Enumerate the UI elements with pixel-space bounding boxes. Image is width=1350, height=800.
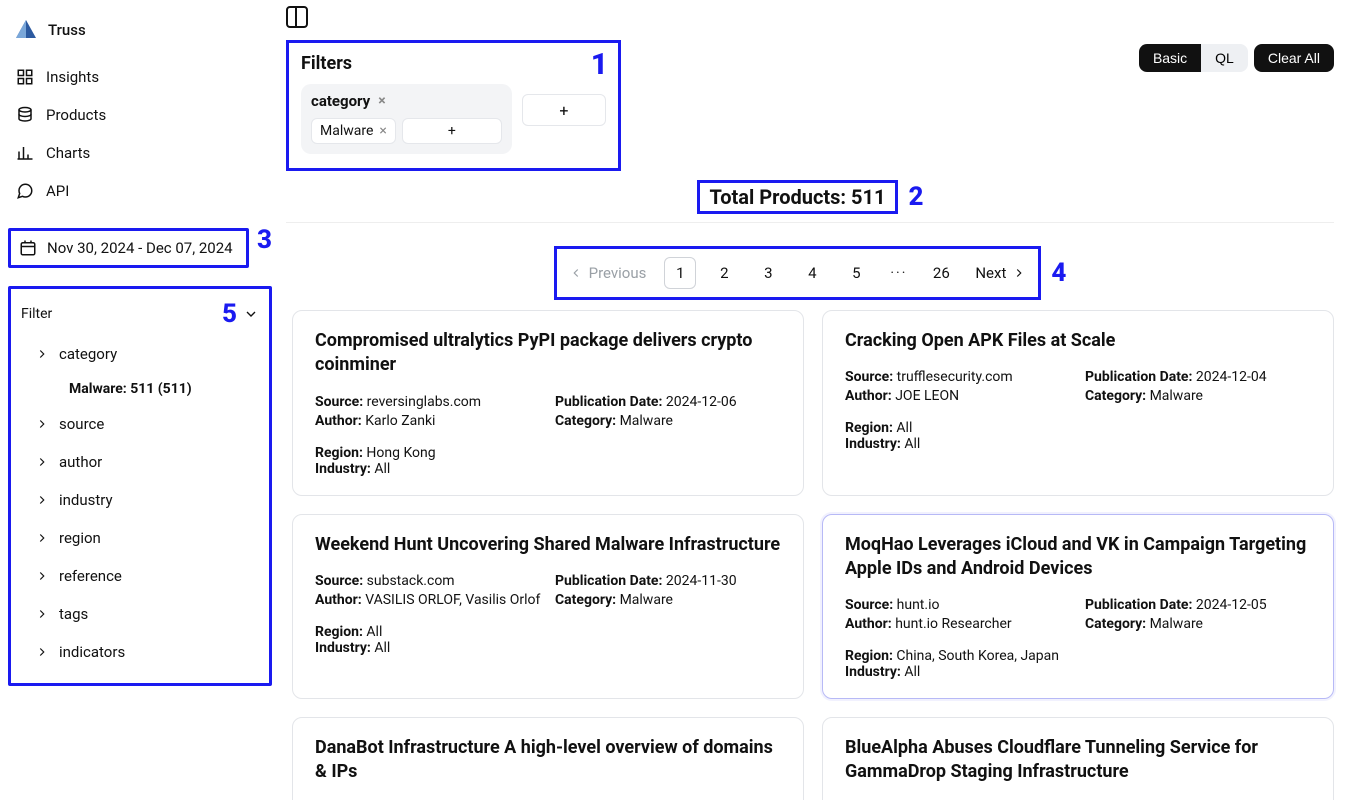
card-title: DanaBot Infrastructure A high-level over…	[315, 736, 781, 785]
page-4[interactable]: 4	[796, 257, 828, 289]
brand-logo-icon	[14, 18, 38, 42]
card-title: Cracking Open APK Files at Scale	[845, 329, 1311, 353]
callout-1: 1	[591, 47, 608, 82]
chevron-right-icon	[35, 455, 49, 469]
main-content: Filters 1 category × Malware × +	[280, 0, 1350, 800]
chevron-right-icon	[35, 569, 49, 583]
card-title: Compromised ultralytics PyPI package del…	[315, 329, 781, 378]
chevron-right-icon	[35, 347, 49, 361]
filter-panel-title: Filter	[21, 306, 52, 322]
product-card[interactable]: Weekend Hunt Uncovering Shared Malware I…	[292, 514, 804, 700]
page-3[interactable]: 3	[752, 257, 784, 289]
bar-chart-icon	[16, 144, 34, 162]
filter-tree-category[interactable]: category	[21, 335, 259, 373]
close-icon[interactable]: ×	[379, 123, 386, 139]
message-circle-icon	[16, 182, 34, 200]
filters-box: Filters 1 category × Malware × +	[286, 40, 621, 171]
filter-tree-author[interactable]: author	[21, 443, 259, 481]
filter-tree-region[interactable]: region	[21, 519, 259, 557]
filter-tree-indicators[interactable]: indicators	[21, 633, 259, 671]
page-last[interactable]: 26	[925, 257, 957, 289]
add-tag-button[interactable]: +	[402, 118, 502, 144]
nav-charts[interactable]: Charts	[8, 136, 272, 170]
filter-panel: Filter 5 categoryMalware: 511 (511)sourc…	[8, 286, 272, 686]
pagination: Previous 12345 ··· 26 Next	[554, 246, 1042, 300]
filter-tree-tags[interactable]: tags	[21, 595, 259, 633]
callout-4: 4	[1051, 258, 1066, 288]
chevron-right-icon	[35, 493, 49, 507]
filters-title: Filters	[301, 53, 606, 74]
callout-3: 3	[257, 225, 272, 255]
mode-basic[interactable]: Basic	[1139, 44, 1201, 72]
brand: Truss	[8, 12, 272, 56]
chevron-down-icon[interactable]	[243, 306, 259, 322]
nav-label: Insights	[46, 68, 99, 86]
filter-tree-leaf-malware[interactable]: Malware: 511 (511)	[21, 373, 259, 405]
callout-2: 2	[908, 182, 923, 212]
nav-label: Charts	[46, 144, 90, 162]
date-range-text: Nov 30, 2024 - Dec 07, 2024	[47, 239, 233, 257]
pager-ellipsis: ···	[890, 265, 907, 281]
nav-products[interactable]: Products	[8, 98, 272, 132]
add-filter-button[interactable]: +	[522, 94, 606, 126]
total-products: Total Products: 511	[697, 180, 899, 214]
filter-chip-name: category	[311, 92, 370, 110]
calendar-icon	[19, 239, 37, 257]
product-card[interactable]: BlueAlpha Abuses Cloudflare Tunneling Se…	[822, 717, 1334, 800]
panel-toggle-icon[interactable]	[286, 6, 308, 28]
brand-name: Truss	[48, 21, 86, 39]
chevron-right-icon	[35, 531, 49, 545]
nav-insights[interactable]: Insights	[8, 60, 272, 94]
filter-tree-source[interactable]: source	[21, 405, 259, 443]
chevron-right-icon	[35, 645, 49, 659]
product-card[interactable]: Cracking Open APK Files at ScaleSource: …	[822, 310, 1334, 496]
clear-all-button[interactable]: Clear All	[1254, 44, 1334, 72]
view-mode-segment: Basic QL	[1139, 44, 1248, 72]
page-2[interactable]: 2	[708, 257, 740, 289]
prev-button[interactable]: Previous	[569, 264, 647, 282]
filter-tree-reference[interactable]: reference	[21, 557, 259, 595]
date-range-picker[interactable]: Nov 30, 2024 - Dec 07, 2024	[8, 228, 249, 268]
filter-tree-industry[interactable]: industry	[21, 481, 259, 519]
close-icon[interactable]: ×	[378, 93, 385, 109]
card-title: BlueAlpha Abuses Cloudflare Tunneling Se…	[845, 736, 1311, 785]
database-icon	[16, 106, 34, 124]
sidebar: Truss Insights Products Charts API	[0, 0, 280, 800]
nav-label: API	[46, 182, 69, 200]
mode-ql[interactable]: QL	[1201, 44, 1248, 72]
filter-tag-label: Malware	[320, 123, 373, 139]
filter-tag[interactable]: Malware ×	[311, 118, 396, 144]
filter-chip-group: category × Malware × +	[301, 84, 512, 154]
chevron-right-icon	[35, 417, 49, 431]
grid-icon	[16, 68, 34, 86]
product-card[interactable]: MoqHao Leverages iCloud and VK in Campai…	[822, 514, 1334, 700]
callout-5: 5	[222, 299, 237, 329]
page-1[interactable]: 1	[664, 257, 696, 289]
card-title: Weekend Hunt Uncovering Shared Malware I…	[315, 533, 781, 557]
nav-label: Products	[46, 106, 106, 124]
next-button[interactable]: Next	[975, 264, 1026, 282]
nav-api[interactable]: API	[8, 174, 272, 208]
product-card[interactable]: DanaBot Infrastructure A high-level over…	[292, 717, 804, 800]
product-card[interactable]: Compromised ultralytics PyPI package del…	[292, 310, 804, 496]
card-title: MoqHao Leverages iCloud and VK in Campai…	[845, 533, 1311, 582]
page-5[interactable]: 5	[840, 257, 872, 289]
chevron-right-icon	[35, 607, 49, 621]
